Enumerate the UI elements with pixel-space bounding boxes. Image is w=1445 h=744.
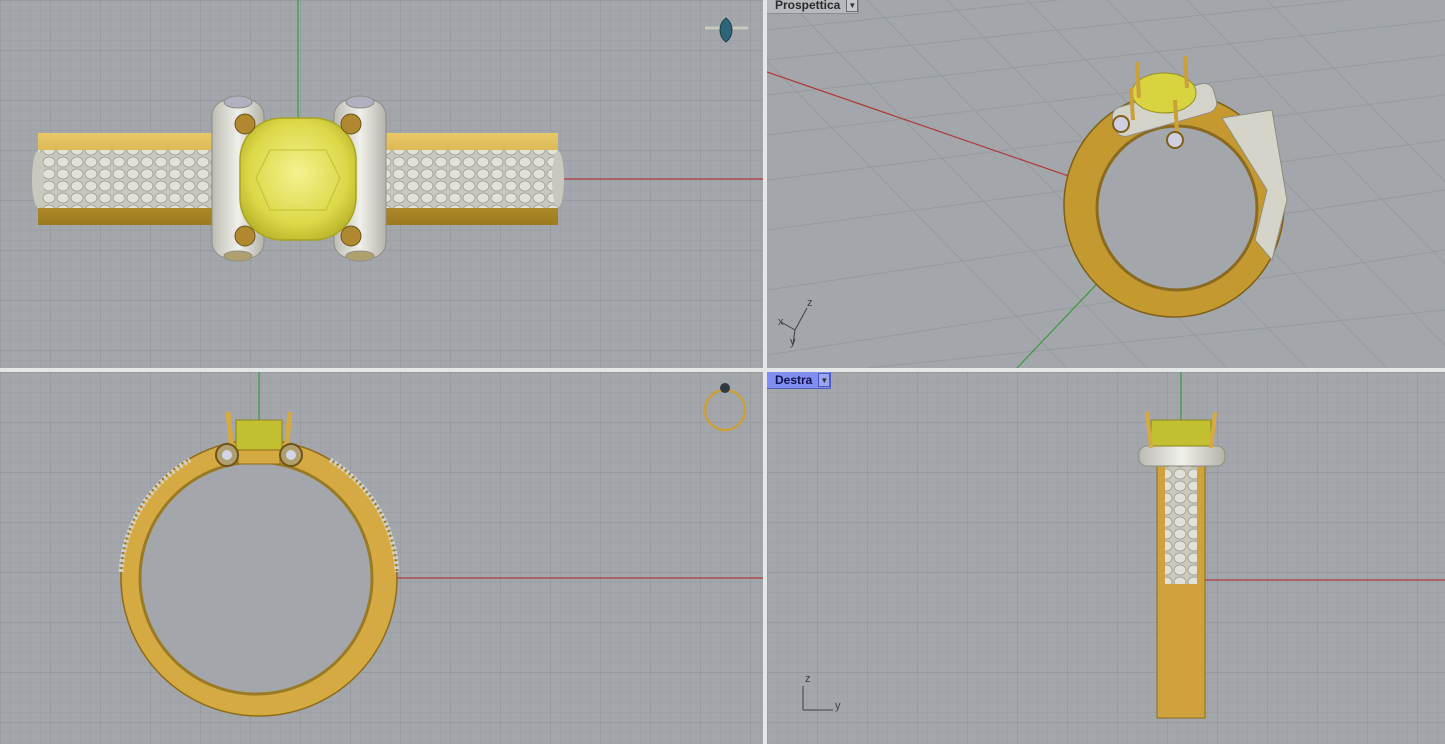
axis-label-y: y (790, 336, 796, 348)
viewport-splitter-vertical[interactable] (763, 0, 767, 744)
viewport-right[interactable]: z y Destra ▼ (767, 372, 1445, 744)
viewport-front[interactable] (0, 372, 763, 744)
dropdown-arrow-icon[interactable]: ▼ (818, 373, 831, 387)
axis-label-x: x (778, 316, 784, 328)
viewport-perspective[interactable]: z x y Prospettica ▼ (767, 0, 1445, 368)
viewport-tab-right[interactable]: Destra ▼ (767, 372, 832, 389)
axis-label-z: z (805, 673, 811, 685)
perspective-view-canvas[interactable]: z x y (767, 0, 1445, 368)
viewport-splitter-horizontal[interactable] (0, 368, 1445, 372)
viewport-tab-perspective[interactable]: Prospettica ▼ (767, 0, 860, 14)
viewport-tab-label[interactable]: Prospettica (767, 0, 846, 13)
right-view-canvas[interactable]: z y (767, 372, 1445, 744)
axis-label-y: y (835, 700, 841, 712)
axis-label-z: z (807, 297, 813, 309)
viewport-tab-label[interactable]: Destra (767, 372, 818, 388)
grid (767, 372, 1445, 744)
dropdown-arrow-icon[interactable]: ▼ (846, 0, 859, 12)
front-view-canvas[interactable] (0, 372, 763, 744)
viewport-top[interactable] (0, 0, 763, 368)
top-view-canvas[interactable] (0, 0, 763, 368)
